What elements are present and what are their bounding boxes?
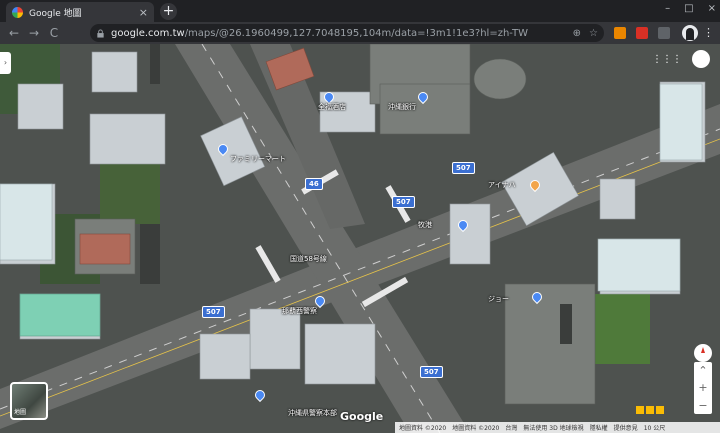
new-tab-button[interactable]: + [160,3,177,20]
forward-button[interactable]: → [24,26,44,40]
back-button[interactable]: ← [4,26,24,40]
url-path: /maps/@26.1960499,127.7048195,104m/data=… [184,27,528,39]
tab-title: Google 地圖 [29,8,82,19]
map-data-credit: 地圖資料 ©2020 [452,425,500,432]
omnibox-icons: ⊕ ☆ [573,28,598,39]
tab-close-icon[interactable]: × [139,7,148,18]
poi-label[interactable]: ファミリーマート [230,154,286,164]
browser-menu-icon[interactable]: ⋮ [703,26,714,39]
region-link[interactable]: 台灣 [505,423,517,432]
install-icon[interactable]: ⊕ [573,28,581,39]
bookmark-star-icon[interactable]: ☆ [589,28,598,39]
street-view-pegman[interactable] [636,406,664,414]
road-shield: 507 [452,162,475,174]
pdf-extension-icon[interactable] [636,27,648,39]
poi-label[interactable]: 那覇西警察 [282,306,317,316]
expand-icon[interactable]: ⌃ [698,364,707,377]
road-shield: 507 [202,306,225,318]
road-shield: 46 [305,178,323,190]
imagery-credit: 地圖資料 ©2020 [399,425,447,432]
profile-avatar[interactable] [682,25,698,41]
close-window-button[interactable]: × [708,3,716,14]
compass-icon[interactable] [694,344,712,362]
feedback-link[interactable]: 提供意見 [614,423,638,432]
satellite-imagery [0,44,720,433]
privacy-link[interactable]: 隱私權 [590,423,608,432]
scale-bar[interactable]: 10 公尺 [644,423,666,432]
url-text: google.com.tw/maps/@26.1960499,127.70481… [111,28,573,39]
map-layer-toggle[interactable]: 地圖 [10,382,48,420]
google-maps-favicon-icon [12,6,23,18]
tab-google-maps[interactable]: Google 地圖 × [6,2,154,22]
map-footer: 地圖資料 ©2020 地圖資料 ©2020 台灣 無法使用 3D 地球檢視 隱私… [395,422,720,433]
road-shield: 507 [392,196,415,208]
terms-link[interactable]: 無法使用 3D 地球檢視 [523,423,583,432]
poi-label[interactable]: ジョー [488,294,509,304]
poi-label[interactable]: 全福酒店 [318,102,346,112]
road-label: 国道58号線 [290,255,327,263]
google-logo: Google [340,410,384,423]
road-shield: 507 [420,366,443,378]
poi-label[interactable]: 沖縄県警察本部 [288,408,337,418]
google-apps-icon[interactable]: ⋮⋮⋮ [652,54,682,65]
account-avatar[interactable] [692,50,710,68]
layer-label: 地圖 [14,409,27,416]
extension-puzzle-icon[interactable] [658,27,670,39]
zoom-controls: ⌃ + − [694,362,712,414]
satellite-map[interactable]: › ⋮⋮⋮ 全福酒店 沖縄銀行 ファミリーマート アイナハ 牧港 国道58号線 … [0,44,720,433]
tab-bar: Google 地圖 × + – □ × [0,0,720,22]
extension-icon[interactable] [614,27,626,39]
poi-label[interactable]: 沖縄銀行 [388,102,416,112]
reload-button[interactable]: C [44,26,64,40]
window-controls: – □ × [665,3,716,14]
minimize-button[interactable]: – [665,3,670,14]
poi-label[interactable]: 牧港 [418,220,432,230]
side-panel-toggle[interactable]: › [0,52,11,74]
zoom-out-button[interactable]: − [698,399,707,412]
browser-toolbar: ← → C google.com.tw/maps/@26.1960499,127… [0,22,720,44]
lock-icon [97,28,104,38]
poi-label[interactable]: アイナハ [488,180,516,190]
address-bar[interactable]: google.com.tw/maps/@26.1960499,127.70481… [90,24,604,42]
url-host: google.com.tw [111,27,185,39]
maximize-button[interactable]: □ [684,3,693,14]
zoom-in-button[interactable]: + [698,381,707,394]
